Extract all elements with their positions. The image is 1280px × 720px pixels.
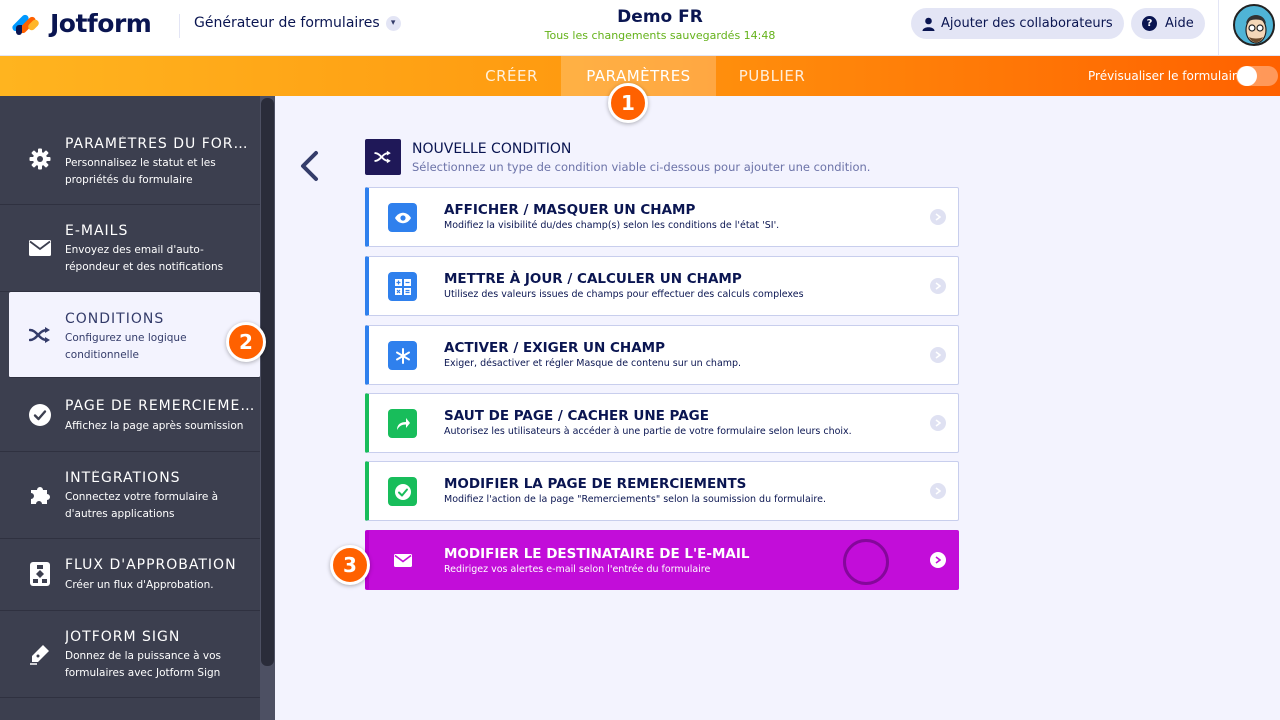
condition-desc: Modifiez l'action de la page "Remercieme… xyxy=(444,494,826,505)
brand-name: Jotform xyxy=(50,9,152,38)
condition-show-hide-field[interactable]: AFFICHER / MASQUER UN CHAMP Modifiez la … xyxy=(365,187,959,247)
sidebar-item-title: JOTFORM SIGN xyxy=(65,629,181,645)
chevron-right-icon xyxy=(930,483,946,499)
condition-title: ACTIVER / EXIGER UN CHAMP xyxy=(444,340,665,356)
page-subtitle: Sélectionnez un type de condition viable… xyxy=(412,160,871,174)
condition-title: SAUT DE PAGE / CACHER UNE PAGE xyxy=(444,408,709,424)
eye-icon xyxy=(388,203,417,232)
save-status: Tous les changements sauvegardés 14:48 xyxy=(544,29,776,42)
help-button[interactable]: ? Aide xyxy=(1131,8,1205,39)
sidebar-item-title: INTÉGRATIONS xyxy=(65,470,181,486)
builder-dropdown[interactable]: Générateur de formulaires ▾ xyxy=(194,15,401,31)
step-badge: 3 xyxy=(330,545,370,585)
sidebar-item-title: PAGE DE REMERCIEMENTS xyxy=(65,398,255,414)
pen-icon xyxy=(28,642,52,666)
asterisk-icon xyxy=(388,341,417,370)
toggle-knob xyxy=(1237,66,1257,86)
back-button[interactable] xyxy=(298,150,322,182)
chevron-right-icon xyxy=(930,209,946,225)
sidebar-item-desc: Donnez de la puissance à vos formulaires… xyxy=(65,650,221,679)
add-collaborators-label: Ajouter des collaborateurs xyxy=(941,16,1113,31)
sidebar-item-desc: Envoyez des email d'auto-répondeur et de… xyxy=(65,244,224,273)
share-arrow-icon xyxy=(388,409,417,438)
sidebar-item-desc: Créer un flux d'Approbation. xyxy=(65,579,214,591)
sidebar-item-desc: Connectez votre formulaire à d'autres ap… xyxy=(65,491,219,520)
condition-title: AFFICHER / MASQUER UN CHAMP xyxy=(444,202,696,218)
condition-skip-hide-page[interactable]: SAUT DE PAGE / CACHER UNE PAGE Autorisez… xyxy=(365,393,959,453)
tab-create[interactable]: CRÉER xyxy=(470,56,553,96)
gear-icon xyxy=(28,147,52,171)
avatar[interactable] xyxy=(1233,4,1275,46)
condition-desc: Modifiez la visibilité du/des champ(s) s… xyxy=(444,220,780,231)
sidebar-item-form-settings[interactable]: PARAMÈTRES DU FORMULAIRE Personnalisez l… xyxy=(0,118,260,205)
tab-publish[interactable]: PUBLIER xyxy=(725,56,819,96)
sidebar-item-emails[interactable]: E-MAILS Envoyez des email d'auto-réponde… xyxy=(0,205,260,292)
condition-desc: Redirigez vos alertes e-mail selon l'ent… xyxy=(444,564,711,575)
jotform-logo[interactable]: Jotform xyxy=(10,9,152,38)
condition-desc: Exiger, désactiver et régler Masque de c… xyxy=(444,358,742,369)
step-badge: 2 xyxy=(226,322,266,362)
divider xyxy=(179,14,180,38)
sidebar-item-title: PARAMÈTRES DU FORMULAIRE xyxy=(65,136,255,152)
calculator-icon xyxy=(388,272,417,301)
form-title[interactable]: Demo FR xyxy=(500,7,820,27)
condition-update-calculate-field[interactable]: METTRE À JOUR / CALCULER UN CHAMP Utilis… xyxy=(365,256,959,316)
user-icon xyxy=(922,17,935,31)
divider xyxy=(1218,0,1219,56)
click-indicator xyxy=(843,539,889,585)
sidebar-scrollbar-thumb[interactable] xyxy=(261,98,274,666)
condition-title: MODIFIER LA PAGE DE REMERCIEMENTS xyxy=(444,476,747,492)
shuffle-icon xyxy=(28,323,52,347)
sidebar-item-jotform-sign[interactable]: JOTFORM SIGN Donnez de la puissance à vo… xyxy=(0,611,260,698)
condition-title: METTRE À JOUR / CALCULER UN CHAMP xyxy=(444,271,742,287)
condition-desc: Autorisez les utilisateurs à accéder à u… xyxy=(444,426,852,437)
sidebar-item-desc: Personnalisez le statut et les propriété… xyxy=(65,157,216,186)
chevron-right-icon xyxy=(930,347,946,363)
envelope-icon xyxy=(388,546,417,575)
sidebar-item-thank-you-page[interactable]: PAGE DE REMERCIEMENTS Affichez la page a… xyxy=(0,378,260,452)
sidebar-item-title: E-MAILS xyxy=(65,223,129,239)
sidebar-item-desc: Affichez la page après soumission xyxy=(65,420,244,432)
check-circle-icon xyxy=(28,403,52,427)
builder-label: Générateur de formulaires xyxy=(194,15,380,31)
preview-toggle[interactable] xyxy=(1236,66,1278,86)
help-icon: ? xyxy=(1142,16,1157,31)
condition-desc: Utilisez des valeurs issues de champs po… xyxy=(444,289,804,300)
shuffle-icon xyxy=(365,139,401,175)
chevron-right-icon xyxy=(930,415,946,431)
check-icon xyxy=(388,477,417,506)
chevron-right-icon xyxy=(930,278,946,294)
envelope-icon xyxy=(28,236,52,260)
top-bar: Jotform Générateur de formulaires ▾ Demo… xyxy=(0,0,1280,56)
avatar-face-icon xyxy=(1245,15,1267,44)
sidebar-item-title: FLUX D'APPROBATION xyxy=(65,557,237,573)
condition-title: MODIFIER LE DESTINATAIRE DE L'E-MAIL xyxy=(444,546,750,562)
chevron-down-icon: ▾ xyxy=(385,15,401,31)
approval-flow-icon xyxy=(28,562,52,586)
sidebar-item-approval-flows[interactable]: FLUX D'APPROBATION Créer un flux d'Appro… xyxy=(0,539,260,611)
condition-change-thank-you-page[interactable]: MODIFIER LA PAGE DE REMERCIEMENTS Modifi… xyxy=(365,461,959,521)
help-label: Aide xyxy=(1165,16,1194,31)
page-title: NOUVELLE CONDITION xyxy=(412,141,572,157)
jotform-logo-icon xyxy=(10,11,41,37)
sidebar-item-title: CONDITIONS xyxy=(65,311,165,327)
chevron-right-icon xyxy=(930,552,946,568)
condition-change-email-recipient[interactable]: MODIFIER LE DESTINATAIRE DE L'E-MAIL Red… xyxy=(365,530,959,590)
puzzle-icon xyxy=(28,483,52,507)
step-badge: 1 xyxy=(608,83,648,123)
add-collaborators-button[interactable]: Ajouter des collaborateurs xyxy=(911,8,1124,39)
chevron-left-icon xyxy=(301,151,318,181)
preview-label: Prévisualiser le formulaire xyxy=(1088,69,1244,83)
sidebar-item-integrations[interactable]: INTÉGRATIONS Connectez votre formulaire … xyxy=(0,452,260,539)
condition-enable-require-field[interactable]: ACTIVER / EXIGER UN CHAMP Exiger, désact… xyxy=(365,325,959,385)
sidebar-item-conditions[interactable]: CONDITIONS Configurez une logique condit… xyxy=(9,292,260,378)
sidebar-item-desc: Configurez une logique conditionnelle xyxy=(65,332,187,361)
